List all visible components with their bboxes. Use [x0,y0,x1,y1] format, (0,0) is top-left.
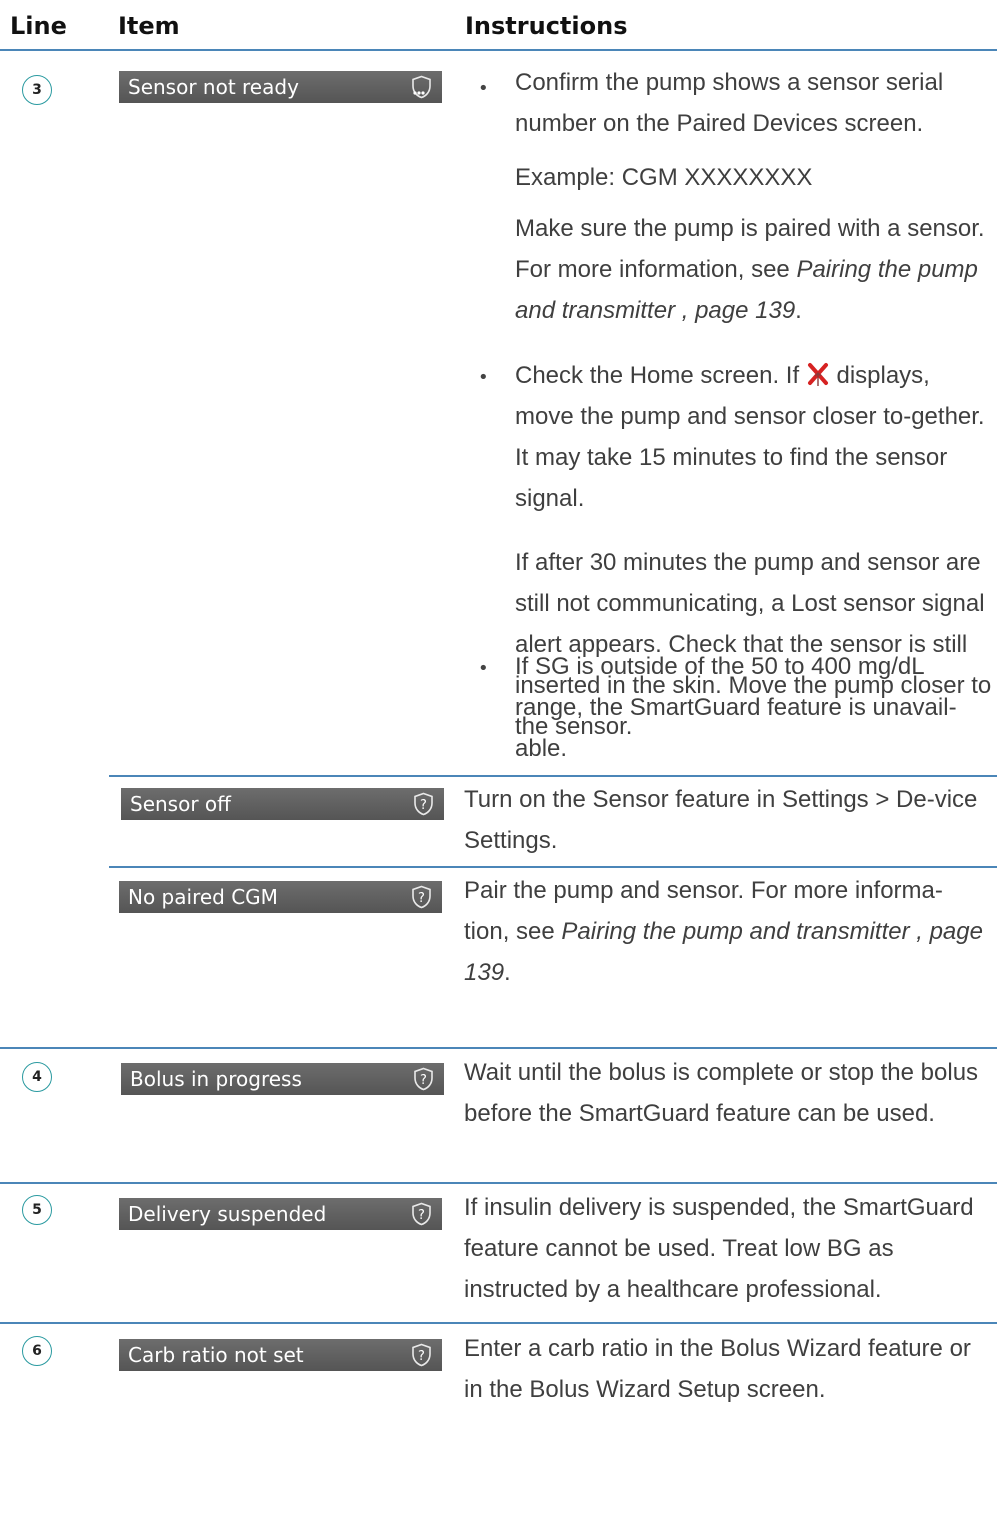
line-number-badge: 3 [22,75,52,105]
svg-text:?: ? [420,798,427,813]
help-icon: ? [412,1343,431,1367]
item-no-paired-cgm: No paired CGM ? [119,881,442,913]
instruction-text: . [795,297,802,324]
row-separator [0,1322,997,1324]
svg-text:?: ? [420,1073,427,1088]
bullet-dot: • [478,658,489,679]
header-line: Line [10,12,67,40]
svg-text:?: ? [418,1349,425,1364]
svg-text:?: ? [418,891,425,906]
instruction-paragraph: Pair the pump and sensor. For more infor… [464,870,984,993]
item-label: Carb ratio not set [128,1343,304,1367]
instruction-paragraph: Turn on the Sensor feature in Settings >… [464,786,978,854]
instruction-paragraph: If SG is outside of the 50 to 400 mg/dL … [515,653,957,762]
item-delivery-suspended: Delivery suspended ? [119,1198,442,1230]
instruction-paragraph: Example: CGM XXXXXXXX [515,164,813,191]
instruction-text: Check the Home screen. If [515,362,806,389]
instruction-paragraph: Enter a carb ratio in the Bolus Wizard f… [464,1335,971,1403]
svg-text:?: ? [418,1208,425,1223]
line-number-badge: 6 [22,1336,52,1366]
header-instructions: Instructions [465,12,628,40]
bullet-dot: • [478,78,489,99]
instruction-paragraph: Check the Home screen. If displays, move… [515,355,993,519]
lost-signal-icon [807,363,828,386]
bullet-dot: • [478,367,489,388]
instruction-paragraph: Wait until the bolus is complete or stop… [464,1059,979,1127]
header-item: Item [118,12,180,40]
item-label: Bolus in progress [130,1067,302,1091]
help-icon: ? [412,1202,431,1226]
item-sensor-not-ready: Sensor not ready [119,71,442,103]
help-icon: ? [414,1067,433,1091]
item-bolus-in-progress: Bolus in progress ? [121,1063,444,1095]
instruction-paragraph: Make sure the pump is paired with a sens… [515,208,990,331]
item-label: Sensor off [130,792,231,816]
row-separator [0,1182,997,1184]
row-separator [109,866,997,868]
row-separator [0,1047,997,1049]
instruction-text: . [504,959,511,986]
item-label: Sensor not ready [128,75,299,99]
item-label: Delivery suspended [128,1202,327,1226]
line-number-badge: 4 [22,1062,52,1092]
instruction-paragraph: Confirm the pump shows a sensor serial n… [515,69,944,137]
header-rule [0,49,997,51]
row-separator [109,775,997,777]
help-icon: ? [412,885,431,909]
line-number-badge: 5 [22,1195,52,1225]
help-icon: ? [414,792,433,816]
item-label: No paired CGM [128,885,278,909]
item-sensor-off: Sensor off ? [121,788,444,820]
sensor-waiting-icon [412,75,431,99]
item-carb-ratio-not-set: Carb ratio not set ? [119,1339,442,1371]
instruction-paragraph: If insulin delivery is suspended, the Sm… [464,1194,974,1303]
